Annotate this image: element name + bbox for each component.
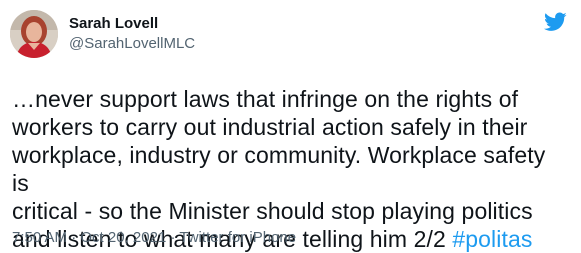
author-avatar[interactable]: [10, 10, 58, 58]
avatar-photo-icon: [10, 10, 58, 58]
meta-separator: ·: [166, 229, 180, 246]
author-handle[interactable]: @SarahLovellMLC: [69, 34, 195, 53]
twitter-bird-icon[interactable]: [544, 12, 567, 32]
tweet-source[interactable]: Twitter for iPhone: [179, 229, 296, 246]
hashtag-link[interactable]: #politas: [452, 226, 532, 252]
tweet-date[interactable]: Oct 20, 2021: [80, 229, 166, 246]
tweet-header: Sarah Lovell @SarahLovellMLC: [10, 10, 567, 58]
tweet-card: Sarah Lovell @SarahLovellMLC …never supp…: [0, 0, 581, 252]
author-names: Sarah Lovell @SarahLovellMLC: [69, 10, 195, 53]
tweet-time[interactable]: 7:50 AM: [12, 229, 67, 246]
tweet-meta: 7:50 AM · Oct 20, 2021 · Twitter for iPh…: [12, 228, 296, 247]
author-display-name[interactable]: Sarah Lovell: [69, 14, 195, 33]
meta-separator: ·: [67, 229, 81, 246]
